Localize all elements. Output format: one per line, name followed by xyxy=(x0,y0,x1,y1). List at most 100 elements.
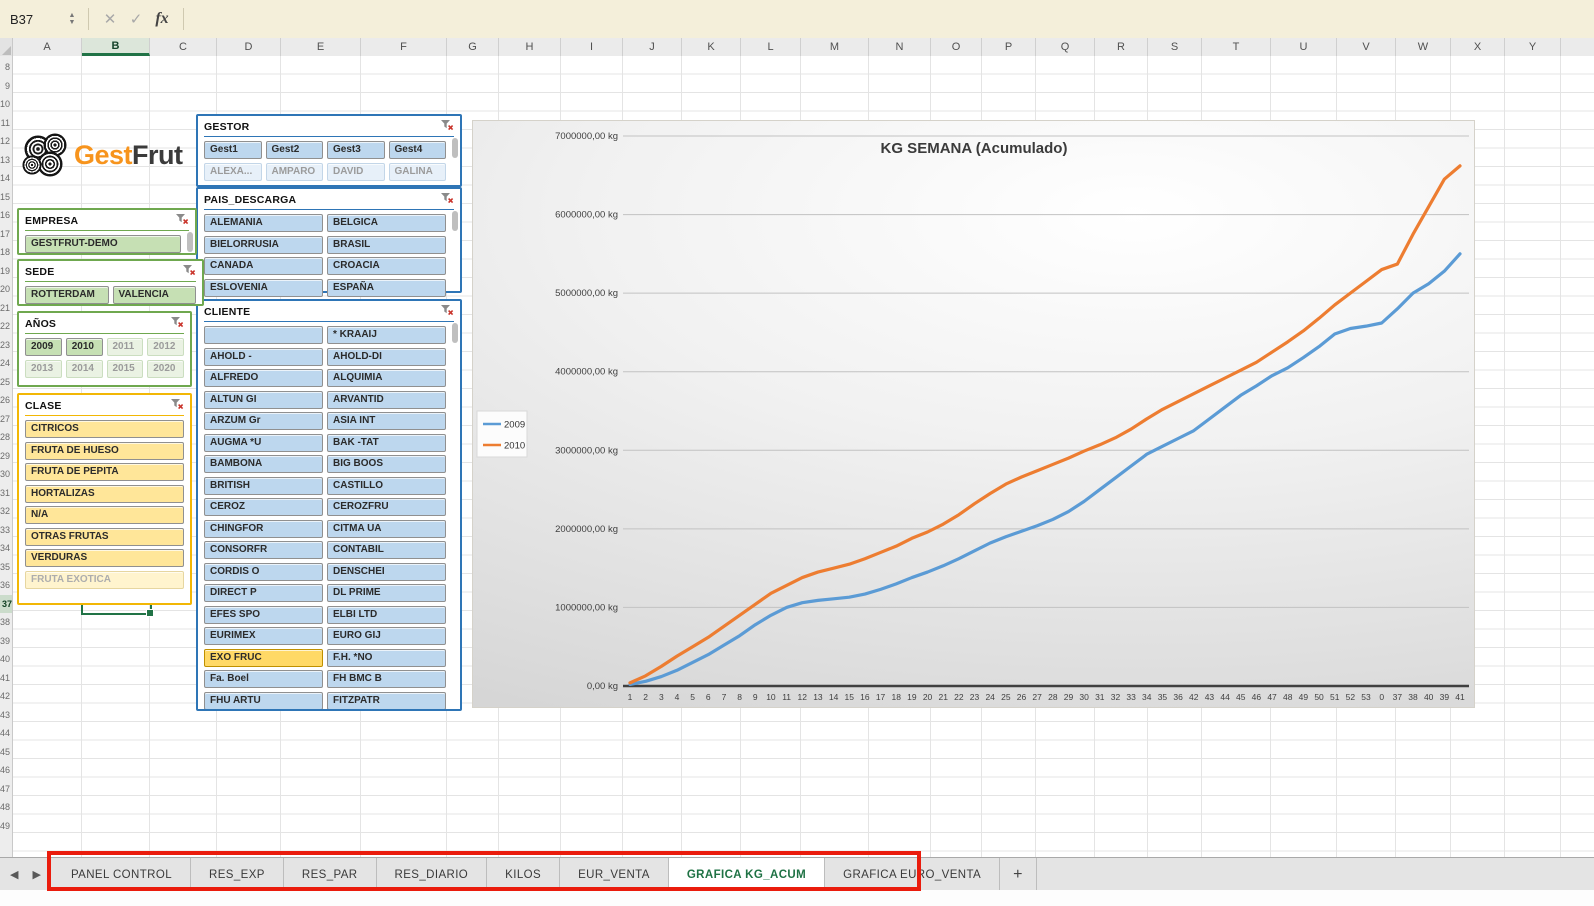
column-header-h[interactable]: H xyxy=(499,38,561,56)
column-header-j[interactable]: J xyxy=(623,38,682,56)
clear-filter-icon[interactable] xyxy=(175,212,189,230)
slicer-item-altun-gi[interactable]: ALTUN GI xyxy=(204,391,323,409)
column-header-b[interactable]: B xyxy=(82,38,150,56)
row-header-9[interactable]: 9 xyxy=(0,77,10,96)
slicer-item-david[interactable]: DAVID xyxy=(327,163,385,181)
row-header-23[interactable]: 23 xyxy=(0,336,10,355)
slicer-scrollbar[interactable] xyxy=(187,232,193,252)
row-header-25[interactable]: 25 xyxy=(0,373,10,392)
column-header-t[interactable]: T xyxy=(1202,38,1271,56)
row-header-31[interactable]: 31 xyxy=(0,484,10,503)
slicer-item-arzum-gr[interactable]: ARZUM Gr xyxy=(204,412,323,430)
row-header-48[interactable]: 48 xyxy=(0,798,10,817)
slicer-item-2011[interactable]: 2011 xyxy=(107,338,144,356)
slicer-item-asia-int[interactable]: ASIA INT xyxy=(327,412,446,430)
row-header-11[interactable]: 11 xyxy=(0,114,10,133)
row-header-27[interactable]: 27 xyxy=(0,410,10,429)
row-header-45[interactable]: 45 xyxy=(0,743,10,762)
clear-filter-icon[interactable] xyxy=(170,315,184,333)
sheet-tab-res-diario[interactable]: RES_DIARIO xyxy=(377,858,488,891)
column-header-i[interactable]: I xyxy=(561,38,623,56)
slicer-item-cordis-o[interactable]: CORDIS O xyxy=(204,563,323,581)
row-header-49[interactable]: 49 xyxy=(0,817,10,836)
slicer-scrollbar[interactable] xyxy=(452,138,458,158)
slicer-item-eslovenia[interactable]: ESLOVENIA xyxy=(204,279,323,297)
column-header-w[interactable]: W xyxy=(1396,38,1451,56)
row-header-37[interactable]: 37 xyxy=(0,595,13,614)
row-header-14[interactable]: 14 xyxy=(0,169,10,188)
row-header-30[interactable]: 30 xyxy=(0,465,10,484)
row-header-29[interactable]: 29 xyxy=(0,447,10,466)
slicer-item-dl-prime[interactable]: DL PRIME xyxy=(327,584,446,602)
slicer-scrollbar[interactable] xyxy=(452,323,458,343)
row-header-13[interactable]: 13 xyxy=(0,151,10,170)
slicer-item-elbi-ltd[interactable]: ELBI LTD xyxy=(327,606,446,624)
sheet-tab-res-exp[interactable]: RES_EXP xyxy=(191,858,284,891)
slicer-item-n-a[interactable]: N/A xyxy=(25,506,184,524)
enter-icon[interactable]: ✓ xyxy=(123,10,149,28)
slicer-item-espa-a[interactable]: ESPAÑA xyxy=(327,279,446,297)
sheet-tab-grafica-euro-venta[interactable]: GRAFICA EURO_VENTA xyxy=(825,858,1000,891)
slicer-item-2012[interactable]: 2012 xyxy=(147,338,184,356)
slicer-item-castillo[interactable]: CASTILLO xyxy=(327,477,446,495)
column-header-o[interactable]: O xyxy=(931,38,982,56)
slicer-item-citricos[interactable]: CITRICOS xyxy=(25,420,184,438)
tab-scroll-left-icon[interactable]: ◀ xyxy=(10,868,18,881)
slicer-item-big-boos[interactable]: BIG BOOS xyxy=(327,455,446,473)
select-all-corner[interactable] xyxy=(0,38,13,56)
row-header-22[interactable]: 22 xyxy=(0,317,10,336)
row-header-33[interactable]: 33 xyxy=(0,521,10,540)
slicer-item-gest2[interactable]: Gest2 xyxy=(266,141,324,159)
slicer-item--kraaij[interactable]: * KRAAIJ xyxy=(327,326,446,344)
sheet-tab-grafica-kg-acum[interactable]: GRAFICA KG_ACUM xyxy=(669,858,825,891)
clear-filter-icon[interactable] xyxy=(440,191,454,209)
column-header-c[interactable]: C xyxy=(150,38,217,56)
column-header-s[interactable]: S xyxy=(1148,38,1202,56)
slicer-item-arvantid[interactable]: ARVANTID xyxy=(327,391,446,409)
slicer-item-2015[interactable]: 2015 xyxy=(107,360,144,378)
fill-handle[interactable] xyxy=(146,609,154,617)
column-header-f[interactable]: F xyxy=(361,38,447,56)
column-header-y[interactable]: Y xyxy=(1505,38,1561,56)
slicer-item-fruta-exotica[interactable]: FRUTA EXOTICA xyxy=(25,571,184,589)
slicer-item-rotterdam[interactable]: ROTTERDAM xyxy=(25,286,109,304)
row-header-43[interactable]: 43 xyxy=(0,706,10,725)
row-header-39[interactable]: 39 xyxy=(0,632,10,651)
column-header-l[interactable]: L xyxy=(741,38,801,56)
column-header-u[interactable]: U xyxy=(1271,38,1337,56)
column-header-k[interactable]: K xyxy=(682,38,741,56)
row-header-24[interactable]: 24 xyxy=(0,354,10,373)
slicer-item-fh-bmc-b[interactable]: FH BMC B xyxy=(327,670,446,688)
row-header-28[interactable]: 28 xyxy=(0,428,10,447)
slicer-item-alfredo[interactable]: ALFREDO xyxy=(204,369,323,387)
row-header-44[interactable]: 44 xyxy=(0,724,10,743)
slicer-item-fhu-artu[interactable]: FHU ARTU xyxy=(204,692,323,710)
slicer-item-2020[interactable]: 2020 xyxy=(147,360,184,378)
row-header-47[interactable]: 47 xyxy=(0,780,10,799)
column-header-p[interactable]: P xyxy=(982,38,1036,56)
row-header-12[interactable]: 12 xyxy=(0,132,10,151)
slicer-item-gest4[interactable]: Gest4 xyxy=(389,141,447,159)
clear-filter-icon[interactable] xyxy=(440,303,454,321)
slicer-item-direct-p[interactable]: DIRECT P xyxy=(204,584,323,602)
slicer-item-alquimia[interactable]: ALQUIMIA xyxy=(327,369,446,387)
row-header-36[interactable]: 36 xyxy=(0,576,10,595)
slicer-item-otras-frutas[interactable]: OTRAS FRUTAS xyxy=(25,528,184,546)
row-header-8[interactable]: 8 xyxy=(0,58,10,77)
row-header-21[interactable]: 21 xyxy=(0,299,10,318)
slicer-item-bielorrusia[interactable]: BIELORRUSIA xyxy=(204,236,323,254)
row-header-32[interactable]: 32 xyxy=(0,502,10,521)
slicer-item-blank[interactable] xyxy=(204,326,323,344)
slicer-item-2009[interactable]: 2009 xyxy=(25,338,62,356)
row-header-40[interactable]: 40 xyxy=(0,650,10,669)
slicer-item-fruta-de-pepita[interactable]: FRUTA DE PEPITA xyxy=(25,463,184,481)
slicer-item-2014[interactable]: 2014 xyxy=(66,360,103,378)
row-header-20[interactable]: 20 xyxy=(0,280,10,299)
slicer-item-ceroz[interactable]: CEROZ xyxy=(204,498,323,516)
sheet-tab-kilos[interactable]: KILOS xyxy=(487,858,560,891)
slicer-item-euro-gij[interactable]: EURO GIJ xyxy=(327,627,446,645)
slicer-item-cerozfru[interactable]: CEROZFRU xyxy=(327,498,446,516)
slicer-item-consorfr[interactable]: CONSORFR xyxy=(204,541,323,559)
row-header-19[interactable]: 19 xyxy=(0,262,10,281)
slicer-item-bak-tat[interactable]: BAK -TAT xyxy=(327,434,446,452)
